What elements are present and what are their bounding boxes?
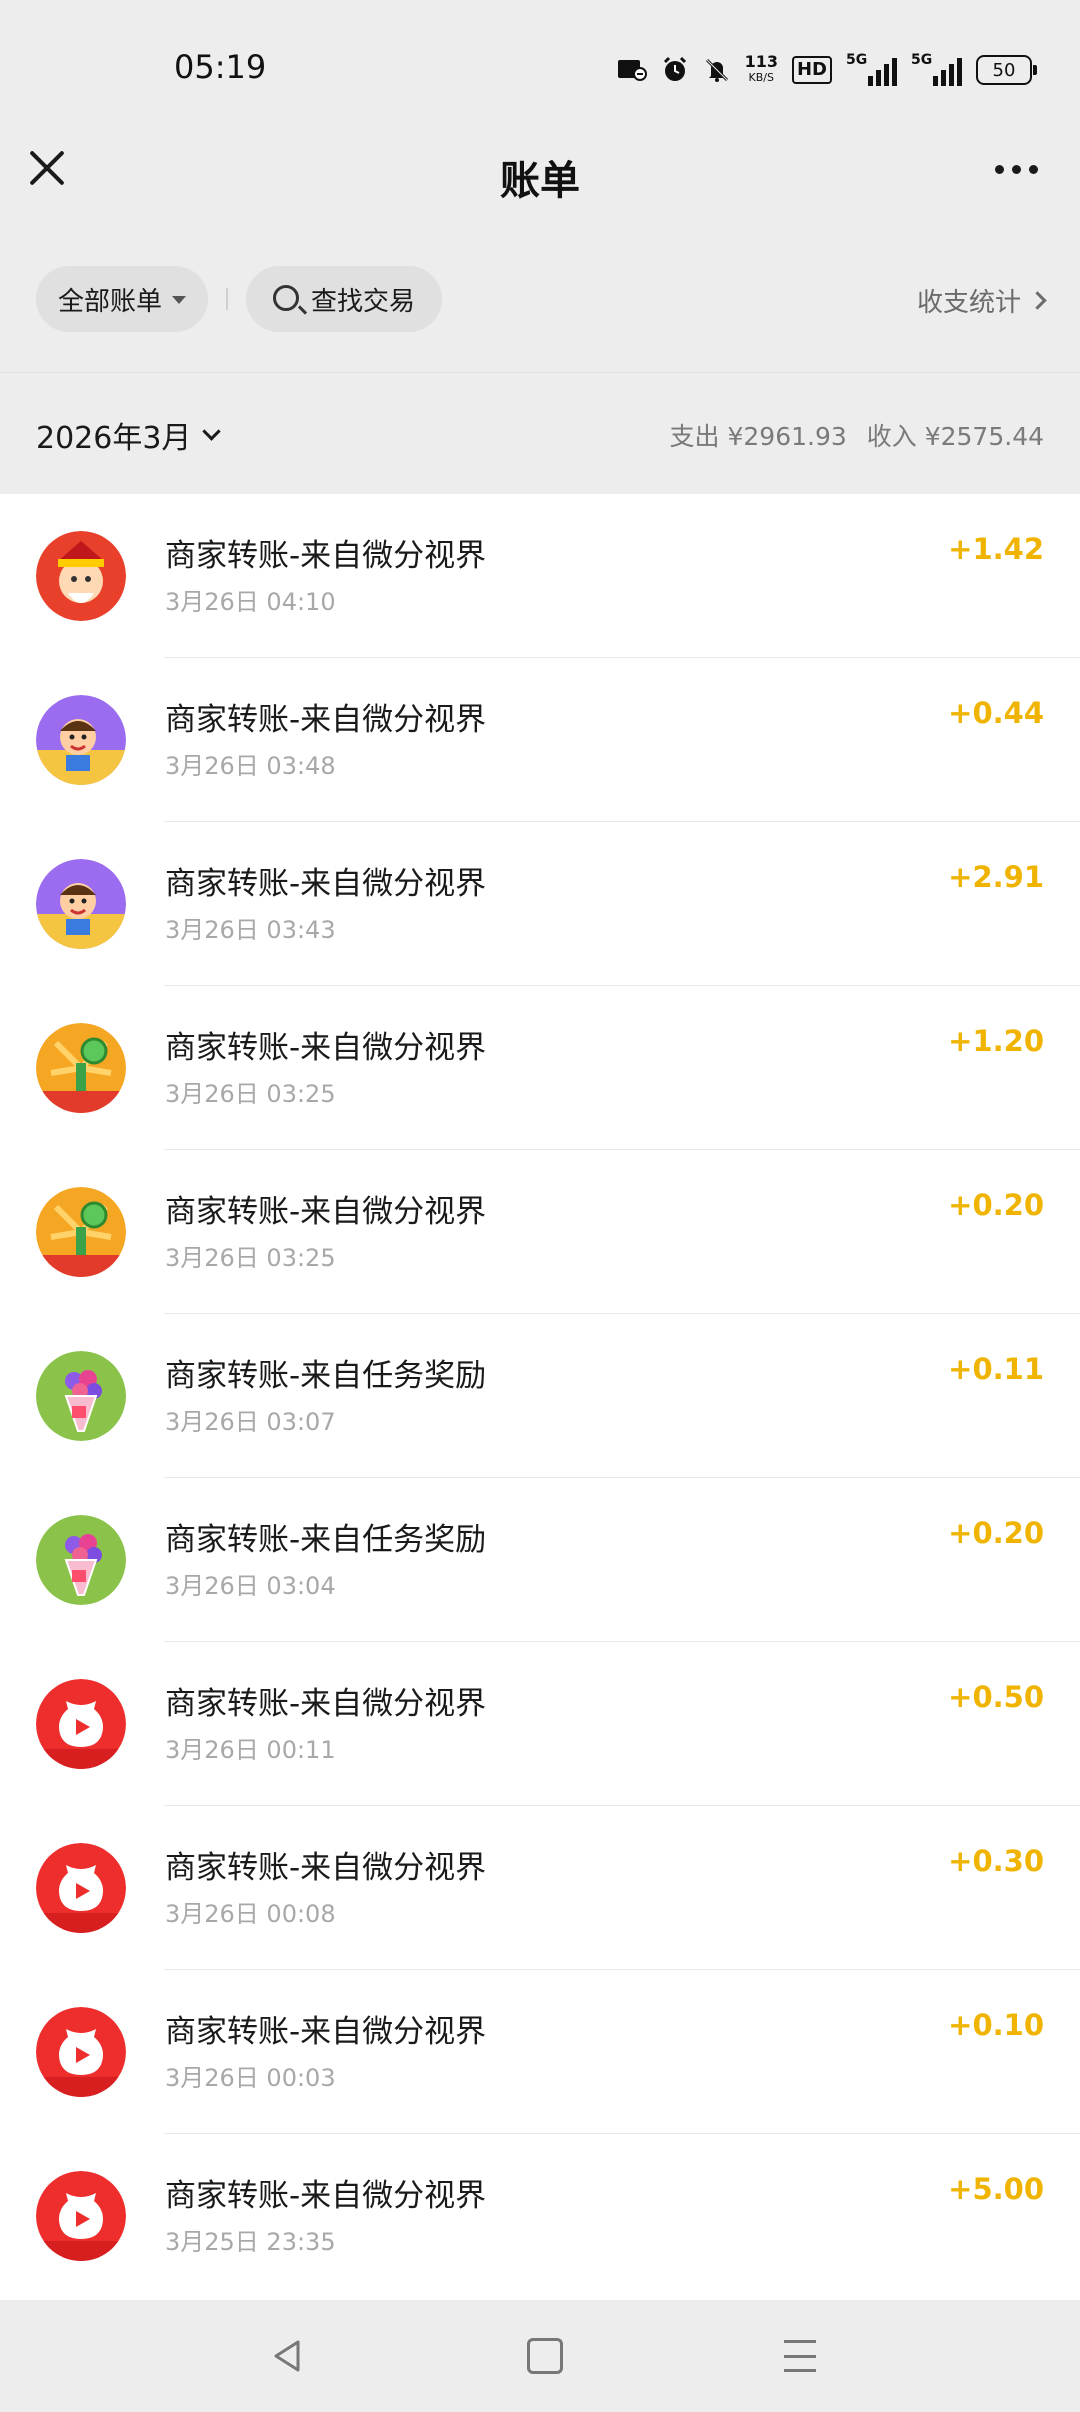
transaction-amount: +5.00 [948,2172,1044,2206]
all-bills-filter[interactable]: 全部账单 [36,266,208,332]
cartoon-boy-avatar [36,859,126,949]
transaction-time: 3月26日 03:25 [165,1080,336,1108]
mute-icon [703,54,731,86]
recents-menu-icon[interactable] [784,2340,816,2372]
transaction-title: 商家转账-来自微分视界 [165,1194,487,1230]
transaction-amount: +0.20 [948,1188,1044,1222]
transaction-row[interactable]: 商家转账-来自微分视界 3月26日 03:25 +1.20 [0,986,1080,1150]
all-bills-label: 全部账单 [57,286,162,317]
month-expense: 支出 ¥2961.93 [669,422,847,451]
filter-row: 全部账单 查找交易 收支统计 [36,266,1047,332]
stats-label: 收支统计 [916,288,1021,318]
month-label: 2026年3月 [36,421,192,456]
money-tree-avatar [36,1187,126,1277]
transaction-title: 商家转账-来自微分视界 [165,2014,487,2050]
transaction-time: 3月26日 03:25 [165,1244,336,1272]
alarm-icon [661,54,689,86]
transaction-row[interactable]: 商家转账-来自微分视界 3月25日 23:35 +5.00 [0,2134,1080,2298]
lucky-bag-play-avatar [36,2171,126,2261]
transaction-amount: +0.10 [948,2008,1044,2042]
month-selector[interactable]: 2026年3月 [36,413,222,457]
more-options-icon[interactable] [995,165,1038,174]
system-nav-bar [0,2300,1080,2412]
status-icons: 113 KB/S HD 5G 5G 50 [617,50,1037,90]
transaction-title: 商家转账-来自微分视界 [165,1850,487,1886]
transaction-row[interactable]: 商家转账-来自微分视界 3月26日 04:10 +1.42 [0,494,1080,658]
month-summary: 支出 ¥2961.93 收入 ¥2575.44 [670,417,1044,453]
search-transactions-button[interactable]: 查找交易 [246,266,442,332]
divider [226,288,228,310]
transaction-amount: +0.30 [948,1844,1044,1878]
transaction-time: 3月26日 00:08 [165,1900,336,1928]
transaction-title: 商家转账-来自任务奖励 [165,1522,487,1558]
network-speed: 113 KB/S [744,52,778,85]
card-icon [617,54,647,86]
transaction-time: 3月26日 03:43 [165,916,336,944]
transaction-title: 商家转账-来自任务奖励 [165,1358,487,1394]
transaction-row[interactable]: 商家转账-来自任务奖励 3月26日 03:04 +0.20 [0,1478,1080,1642]
transaction-row[interactable]: 商家转账-来自微分视界 3月26日 03:48 +0.44 [0,658,1080,822]
transaction-time: 3月25日 23:35 [165,2228,336,2256]
transaction-time: 3月26日 00:11 [165,1736,336,1764]
transaction-time: 3月26日 03:07 [165,1408,336,1436]
lucky-bag-play-avatar [36,1679,126,1769]
transaction-amount: +1.42 [948,532,1044,566]
month-header: 2026年3月 支出 ¥2961.93 收入 ¥2575.44 [0,372,1080,495]
transaction-amount: +0.50 [948,1680,1044,1714]
transaction-title: 商家转账-来自微分视界 [165,538,487,574]
hd-icon: HD [791,54,832,86]
month-income: 收入 ¥2575.44 [866,422,1044,451]
chevron-right-icon [1028,291,1047,310]
search-label: 查找交易 [310,286,415,317]
transaction-amount: +2.91 [948,860,1044,894]
signal-sim1-icon: 5G [846,52,897,86]
transaction-amount: +0.20 [948,1516,1044,1550]
flower-bouquet-avatar [36,1515,126,1605]
income-expense-stats-link[interactable]: 收支统计 [916,282,1047,319]
god-of-wealth-avatar [36,531,126,621]
home-icon[interactable] [527,2338,563,2374]
transaction-row[interactable]: 商家转账-来自微分视界 3月26日 00:08 +0.30 [0,1806,1080,1970]
chevron-down-icon [202,421,222,441]
back-icon[interactable] [270,2338,306,2374]
flower-bouquet-avatar [36,1351,126,1441]
transaction-row[interactable]: 商家转账-来自任务奖励 3月26日 03:07 +0.11 [0,1314,1080,1478]
transaction-title: 商家转账-来自微分视界 [165,1686,487,1722]
signal-sim2-icon: 5G [911,52,962,86]
transaction-amount: +1.20 [948,1024,1044,1058]
transaction-row[interactable]: 商家转账-来自微分视界 3月26日 00:11 +0.50 [0,1642,1080,1806]
transaction-amount: +0.11 [948,1352,1044,1386]
transaction-time: 3月26日 04:10 [165,588,336,616]
transaction-row[interactable]: 商家转账-来自微分视界 3月26日 00:03 +0.10 [0,1970,1080,2134]
transaction-list: 商家转账-来自微分视界 3月26日 04:10 +1.42 商家转账-来自微分视… [0,494,1080,2300]
lucky-bag-play-avatar [36,2007,126,2097]
transaction-row[interactable]: 商家转账-来自微分视界 3月26日 03:25 +0.20 [0,1150,1080,1314]
transaction-title: 商家转账-来自微分视界 [165,702,487,738]
cartoon-boy-avatar [36,695,126,785]
dropdown-triangle-icon [172,296,186,304]
status-bar: 05:19 113 KB/S HD 5G 5G 50 [0,0,1080,140]
status-time: 05:19 [174,48,267,86]
transaction-time: 3月26日 03:48 [165,752,336,780]
transaction-title: 商家转账-来自微分视界 [165,2178,487,2214]
page-title: 账单 [500,158,580,204]
transaction-title: 商家转账-来自微分视界 [165,866,487,902]
transaction-title: 商家转账-来自微分视界 [165,1030,487,1066]
lucky-bag-play-avatar [36,1843,126,1933]
battery-icon: 50 [976,54,1037,86]
transaction-row[interactable]: 商家转账-来自微分视界 3月26日 03:43 +2.91 [0,822,1080,986]
transaction-time: 3月26日 03:04 [165,1572,336,1600]
money-tree-avatar [36,1023,126,1113]
search-icon [272,285,299,311]
transaction-amount: +0.44 [948,696,1044,730]
transaction-time: 3月26日 00:03 [165,2064,336,2092]
